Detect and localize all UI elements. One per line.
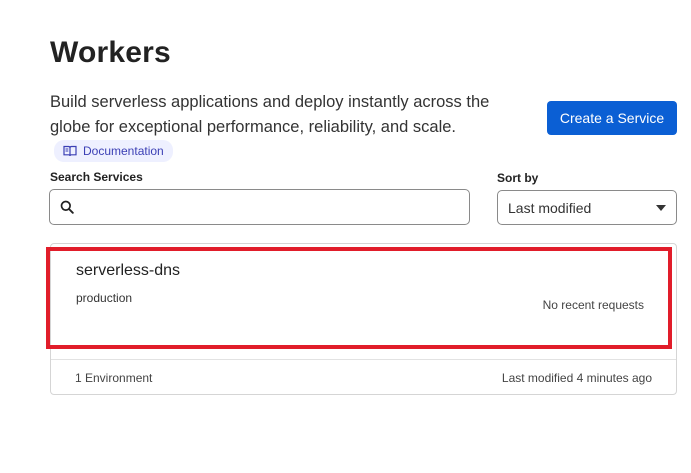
- service-name[interactable]: serverless-dns: [76, 262, 180, 280]
- service-card-link[interactable]: serverless-dns production No recent requ…: [51, 244, 676, 360]
- page-title: Workers: [50, 36, 171, 69]
- service-card-footer: 1 Environment Last modified 4 minutes ag…: [51, 360, 676, 396]
- book-icon: [63, 145, 77, 157]
- service-environment: production: [76, 291, 133, 305]
- search-label: Search Services: [50, 170, 143, 184]
- search-icon: [60, 200, 74, 214]
- sort-label: Sort by: [497, 171, 539, 185]
- service-card: serverless-dns production No recent requ…: [50, 243, 677, 395]
- create-service-button[interactable]: Create a Service: [547, 101, 677, 135]
- sort-selected-value: Last modified: [508, 199, 592, 216]
- sort-select[interactable]: Last modified: [497, 190, 677, 225]
- search-box[interactable]: [49, 189, 470, 225]
- page-description: Build serverless applications and deploy…: [50, 90, 530, 167]
- documentation-label: Documentation: [83, 144, 164, 158]
- description-text: Build serverless applications and deploy…: [50, 93, 490, 136]
- service-requests-status: No recent requests: [542, 298, 644, 312]
- search-input[interactable]: [82, 190, 469, 224]
- last-modified: Last modified 4 minutes ago: [501, 371, 652, 385]
- documentation-link[interactable]: Documentation: [54, 140, 173, 162]
- environment-count: 1 Environment: [75, 371, 153, 385]
- chevron-down-icon: [656, 204, 666, 211]
